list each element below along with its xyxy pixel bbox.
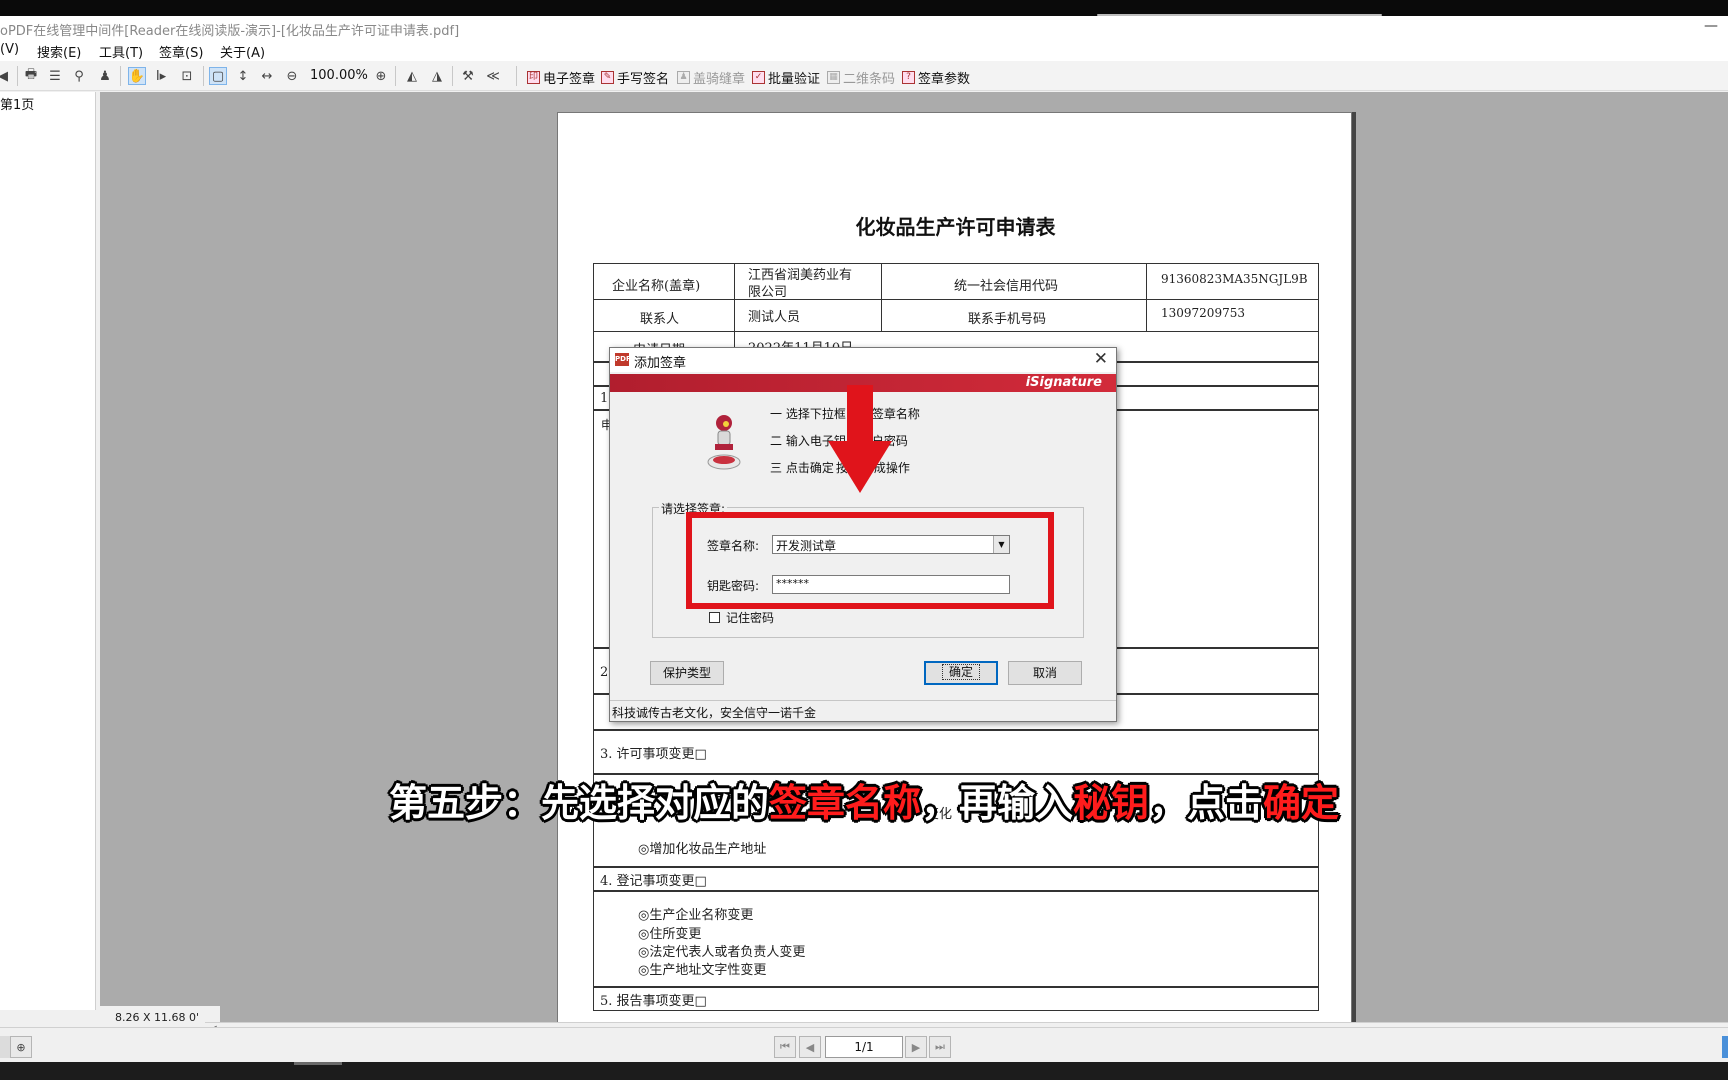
back-icon[interactable]: ◀ (0, 67, 12, 85)
section-4-item: ◎生产企业名称变更 (638, 908, 754, 923)
seal-params-button[interactable]: ? 签章参数 (902, 68, 970, 87)
menu-about[interactable]: 关于(A) (220, 42, 265, 61)
find-icon[interactable]: ⚲ (70, 67, 88, 85)
seal-icon: 印 (527, 71, 540, 84)
navigation-bar: ⊕ ⏮ ◀ 1/1 ▶ ⏭ (0, 1027, 1728, 1062)
params-icon: ? (902, 71, 915, 84)
electronic-seal-button[interactable]: 印电子签章 (527, 68, 595, 87)
credit-code-label: 统一社会信用代码 (954, 279, 1059, 294)
brand-logo: iSignature (1025, 375, 1102, 390)
company-value-line2: 限公司 (748, 285, 788, 300)
document-title: 化妆品生产许可申请表 (855, 215, 1056, 239)
menu-signature[interactable]: 签章(S) (159, 42, 203, 61)
fit-height-icon[interactable]: ↕ (234, 67, 252, 85)
minimize-button[interactable]: — (1704, 18, 1718, 34)
stamp-icon: ♟ (677, 71, 690, 84)
window-title: oPDF在线管理中间件[Reader在线阅读版-演示]-[化妆品生产许可证申请表… (0, 24, 460, 39)
pen-icon: ✎ (601, 71, 614, 84)
toolbar: ◀ 🖶 ☰ ⚲ ♟ ✋ I▸ ⊡ ▢ ↕ ↔ ⊖ 100.00% ⊕ ◭ ◮ ⚒… (0, 61, 1728, 91)
select-text-icon[interactable]: I▸ (152, 67, 170, 85)
highlight-box (686, 512, 1054, 609)
ok-button[interactable]: 确定 (924, 661, 998, 685)
title-bar: oPDF在线管理中间件[Reader在线阅读版-演示]-[化妆品生产许可证申请表… (0, 16, 1728, 39)
pdf-icon: PDF (615, 353, 631, 366)
last-page-icon[interactable]: ⏭ (929, 1036, 951, 1058)
dialog-title-bar: PDF 添加签章 ✕ (610, 348, 1116, 372)
contact-value: 测试人员 (748, 310, 801, 325)
fit-width-icon[interactable]: ↔ (258, 67, 276, 85)
company-label: 企业名称(盖章) (612, 279, 701, 294)
zoom-out-icon[interactable]: ⊖ (283, 67, 301, 85)
close-icon[interactable]: ✕ (1094, 349, 1108, 369)
dialog-title: 添加签章 (634, 356, 687, 371)
section-3-item: ◎增加化妆品生产地址 (638, 842, 767, 857)
double-chevron-icon[interactable]: ≪ (484, 67, 502, 85)
section-3-heading: 3. 许可事项变更□ (600, 747, 707, 762)
toolbar-separator (452, 66, 453, 86)
toolbar-separator (516, 66, 517, 86)
handwritten-signature-button[interactable]: ✎ 手写签名 (601, 68, 669, 87)
page-thumbnail-panel: 第1页 (0, 92, 96, 1010)
table-rule (1146, 263, 1147, 331)
rotate-left-icon[interactable]: ◭ (403, 67, 421, 85)
right-edge-handle[interactable] (1722, 1036, 1728, 1058)
page-number-input[interactable]: 1/1 (825, 1036, 903, 1058)
barcode-icon: ▦ (827, 71, 840, 84)
credit-code-value: 91360823MA35NGJL9B (1161, 272, 1308, 286)
toolbar-separator (395, 66, 396, 86)
menu-bar: (V) 搜索(E) 工具(T) 签章(S) 关于(A) (0, 39, 1728, 61)
first-page-icon[interactable]: ⏮ (774, 1036, 796, 1058)
contact-label: 联系人 (640, 312, 680, 327)
add-page-icon[interactable]: ⊕ (10, 1036, 32, 1058)
menu-tools[interactable]: 工具(T) (99, 42, 143, 61)
section-4-item: ◎住所变更 (638, 927, 702, 942)
qr-code-button[interactable]: ▦ 二维条码 (827, 68, 895, 87)
rotate-right-icon[interactable]: ◮ (428, 67, 446, 85)
dialog-status-text: 科技诚传古老文化，安全信守一诺千金 (610, 700, 1116, 722)
table-rule (593, 331, 1319, 332)
stamp-tool-icon[interactable]: ♟ (96, 67, 114, 85)
cross-page-seal-button[interactable]: ♟ 盖骑缝章 (677, 68, 745, 87)
snapshot-icon[interactable]: ⊡ (178, 67, 196, 85)
hand-tool-icon[interactable]: ✋ (128, 67, 146, 85)
menu-search[interactable]: 搜索(E) (37, 42, 81, 61)
batch-verify-button[interactable]: ✓ 批量验证 (752, 68, 820, 87)
prev-page-icon[interactable]: ◀ (799, 1036, 821, 1058)
settings-tools-icon[interactable]: ⚒ (459, 67, 477, 85)
browser-top-strip (0, 0, 1728, 16)
protect-type-button[interactable]: 保护类型 (650, 661, 724, 685)
menu-view[interactable]: (V) (0, 42, 19, 57)
toolbar-separator (120, 66, 121, 86)
page-icon[interactable]: ☰ (46, 67, 64, 85)
phone-label: 联系手机号码 (968, 312, 1047, 327)
section-4-item: ◎法定代表人或者负责人变更 (638, 945, 806, 960)
zoom-in-icon[interactable]: ⊕ (372, 67, 390, 85)
cancel-button[interactable]: 取消 (1008, 661, 1082, 685)
arrow-down-icon (828, 385, 892, 493)
zoom-level[interactable]: 100.00% (310, 68, 368, 83)
fit-page-icon[interactable]: ▢ (209, 67, 227, 85)
table-rule (593, 299, 1319, 300)
remember-password-checkbox[interactable] (709, 612, 720, 623)
toolbar-separator (203, 66, 204, 86)
page-list-item[interactable]: 第1页 (0, 94, 34, 113)
next-page-icon[interactable]: ▶ (905, 1036, 927, 1058)
remember-password-label: 记住密码 (726, 611, 775, 625)
toolbar-separator (17, 66, 18, 86)
table-rule (881, 263, 882, 331)
taskbar (0, 1062, 1728, 1080)
taskbar-indicator[interactable] (294, 1062, 342, 1065)
page-size-status: 8.26 X 11.68 0' (100, 1006, 220, 1028)
stamp-icon (707, 415, 741, 470)
section-4-item: ◎生产地址文字性变更 (638, 963, 767, 978)
print-icon[interactable]: 🖶 (22, 67, 40, 85)
section-5-heading: 5. 报告事项变更□ (600, 994, 707, 1009)
section-4-heading: 4. 登记事项变更□ (600, 874, 707, 889)
phone-value: 13097209753 (1161, 306, 1245, 320)
tutorial-caption: 第五步：先选择对应的签章名称，再输入秘钥，点击确定 (388, 781, 1340, 825)
check-icon: ✓ (752, 71, 765, 84)
